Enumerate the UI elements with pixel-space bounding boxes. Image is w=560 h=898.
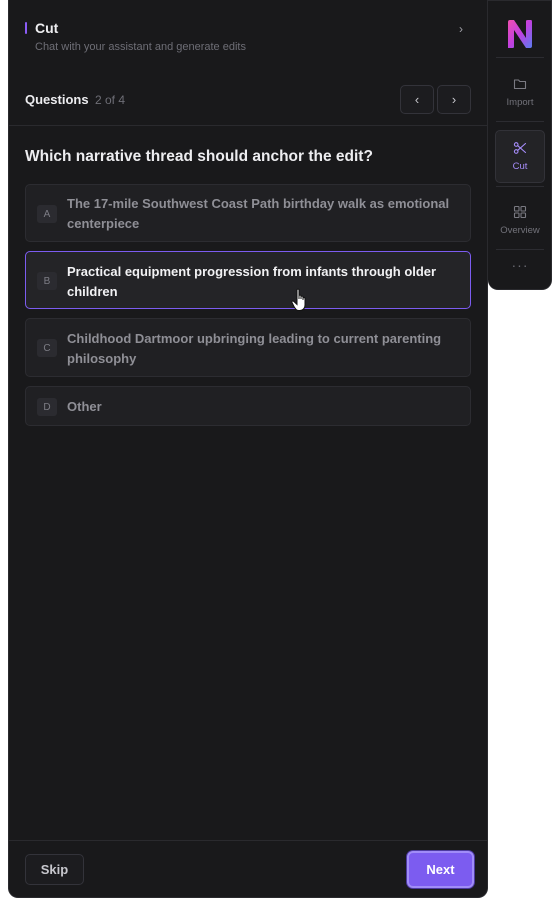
skip-button[interactable]: Skip xyxy=(25,854,84,885)
option-letter: D xyxy=(37,398,57,416)
option-letter: B xyxy=(37,272,57,290)
rail-item-cut[interactable]: Cut xyxy=(495,130,545,183)
panel-header: Cut Chat with your assistant and generat… xyxy=(9,0,487,70)
rail-divider xyxy=(496,121,544,122)
side-rail: Import Cut Overview ··· xyxy=(488,0,552,290)
rail-divider xyxy=(496,57,544,58)
questions-bar: Questions 2 of 4 ‹ › xyxy=(25,85,471,115)
more-options-icon[interactable]: ··· xyxy=(488,257,552,273)
option-letter: A xyxy=(37,205,57,223)
rail-item-label: Cut xyxy=(512,161,528,172)
question-text: Which narrative thread should anchor the… xyxy=(25,148,373,165)
rail-item-label: Import xyxy=(506,97,534,108)
grid-icon xyxy=(513,205,527,219)
option-d[interactable]: D Other xyxy=(25,386,471,426)
app-logo-icon[interactable] xyxy=(505,18,535,50)
accent-bar xyxy=(25,22,27,34)
option-letter: C xyxy=(37,339,57,357)
option-a[interactable]: A The 17-mile Southwest Coast Path birth… xyxy=(25,184,471,242)
next-question-button[interactable]: › xyxy=(437,85,471,114)
rail-item-overview[interactable]: Overview xyxy=(495,195,545,248)
question-counter: 2 of 4 xyxy=(95,93,126,107)
footer-divider xyxy=(9,840,487,841)
option-label: Childhood Dartmoor upbringing leading to… xyxy=(67,331,442,366)
divider xyxy=(9,125,487,126)
panel-subtitle: Chat with your assistant and generate ed… xyxy=(35,41,246,53)
hand-cursor-icon xyxy=(291,288,306,311)
option-label: Practical equipment progression from inf… xyxy=(67,264,437,299)
cut-panel: Cut Chat with your assistant and generat… xyxy=(8,0,488,898)
folder-icon xyxy=(513,79,527,90)
rail-item-label: Overview xyxy=(500,225,540,236)
previous-question-button[interactable]: ‹ xyxy=(400,85,434,114)
header-title-row: Cut xyxy=(25,20,58,36)
option-b[interactable]: B Practical equipment progression from i… xyxy=(25,251,471,309)
panel-title: Cut xyxy=(35,20,59,36)
chevron-right-icon[interactable]: › xyxy=(459,22,463,36)
questions-label: Questions xyxy=(25,92,89,107)
rail-divider xyxy=(496,186,544,187)
rail-divider xyxy=(496,249,544,250)
option-c[interactable]: C Childhood Dartmoor upbringing leading … xyxy=(25,318,471,377)
next-button[interactable]: Next xyxy=(407,851,474,888)
option-label: The 17-mile Southwest Coast Path birthda… xyxy=(67,196,450,231)
option-label: Other xyxy=(67,399,102,414)
scissors-icon xyxy=(513,142,527,154)
rail-item-import[interactable]: Import xyxy=(495,67,545,120)
